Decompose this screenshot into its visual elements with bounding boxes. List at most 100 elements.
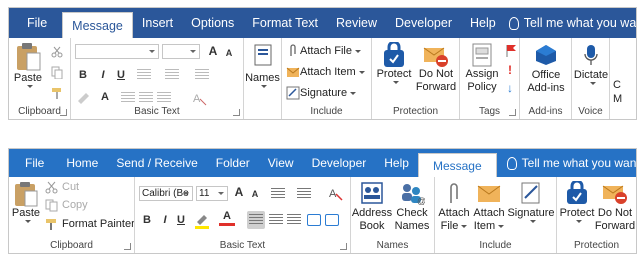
cut-button[interactable]: Cut bbox=[45, 181, 79, 194]
font-color-button[interactable]: A bbox=[97, 89, 113, 105]
copy-label: Copy bbox=[62, 199, 88, 211]
high-importance-icon[interactable]: ! bbox=[508, 63, 512, 77]
tab-send-receive[interactable]: Send / Receive bbox=[107, 149, 206, 177]
dialog-launcher-icon[interactable] bbox=[60, 109, 67, 116]
font-color-button[interactable]: A bbox=[219, 210, 235, 226]
align-center-icon[interactable] bbox=[269, 214, 283, 226]
tab-developer[interactable]: Developer bbox=[303, 149, 376, 177]
scissors-icon bbox=[45, 181, 58, 194]
highlight-icon[interactable] bbox=[193, 212, 213, 230]
font-name-box[interactable]: Calibri (Bo bbox=[139, 186, 193, 201]
tab-bar: File Message Insert Options Format Text … bbox=[9, 8, 636, 38]
tab-help[interactable]: Help bbox=[375, 149, 418, 177]
office-addins-button[interactable]: Office Add-ins bbox=[522, 44, 570, 95]
shrink-font-button[interactable]: A bbox=[221, 45, 237, 61]
tab-help[interactable]: Help bbox=[461, 8, 505, 38]
align-center-icon[interactable] bbox=[139, 92, 153, 104]
grow-font-button[interactable]: A bbox=[231, 184, 247, 200]
names-button[interactable]: Names bbox=[244, 44, 281, 88]
tell-me-search[interactable]: Tell me what you want to do bbox=[497, 149, 636, 177]
tab-file[interactable]: File bbox=[9, 8, 62, 38]
bullets-icon[interactable] bbox=[271, 188, 285, 200]
no-forward-icon bbox=[423, 47, 448, 67]
indent-icon[interactable] bbox=[195, 69, 209, 81]
highlight-icon[interactable] bbox=[75, 91, 93, 105]
attach-item-button[interactable]: Attach Item bbox=[471, 181, 507, 233]
tab-insert[interactable]: Insert bbox=[133, 8, 182, 38]
protect-label: Protect bbox=[376, 68, 412, 80]
increase-indent-icon[interactable] bbox=[325, 214, 339, 226]
align-left-icon[interactable] bbox=[121, 92, 135, 104]
protect-button[interactable]: Protect bbox=[374, 42, 414, 84]
tab-home[interactable]: Home bbox=[57, 149, 107, 177]
tab-message[interactable]: Message bbox=[417, 153, 497, 177]
copy-icon[interactable] bbox=[51, 66, 63, 79]
dialog-launcher-icon[interactable] bbox=[340, 243, 347, 250]
italic-button[interactable]: I bbox=[157, 212, 173, 228]
protect-button[interactable]: Protect bbox=[559, 181, 595, 223]
do-not-forward-button[interactable]: Do Not Forward bbox=[595, 181, 635, 233]
signature-button[interactable]: Signature bbox=[507, 181, 555, 223]
format-painter-button[interactable]: Format Painter bbox=[45, 218, 134, 231]
address-book-icon bbox=[254, 44, 271, 66]
dialog-launcher-icon[interactable] bbox=[509, 109, 516, 116]
bold-button[interactable]: B bbox=[139, 212, 155, 228]
group-basic-text: A A B I U A A Basic Text bbox=[71, 38, 244, 119]
paperclip-icon bbox=[450, 183, 458, 203]
align-right-icon[interactable] bbox=[287, 214, 301, 226]
copy-button[interactable]: Copy bbox=[45, 199, 88, 212]
lightbulb-icon bbox=[508, 16, 519, 30]
font-size-box[interactable]: 11 bbox=[196, 186, 228, 201]
group-voice: Dictate Voice bbox=[572, 38, 610, 119]
signature-icon bbox=[521, 182, 540, 204]
font-size-box[interactable] bbox=[162, 44, 200, 59]
address-book-button[interactable]: Address Book bbox=[352, 181, 392, 233]
tab-file[interactable]: File bbox=[9, 149, 57, 177]
attach-file-button[interactable]: Attach File bbox=[286, 44, 361, 58]
tab-options[interactable]: Options bbox=[182, 8, 243, 38]
font-name-box[interactable] bbox=[75, 44, 159, 59]
attach-item-button[interactable]: Attach Item bbox=[286, 65, 365, 79]
paste-button[interactable]: Paste bbox=[13, 42, 43, 88]
grow-font-button[interactable]: A bbox=[205, 43, 221, 59]
tab-folder[interactable]: Folder bbox=[207, 149, 259, 177]
clear-formatting-icon[interactable]: A bbox=[327, 185, 343, 201]
align-right-icon[interactable] bbox=[157, 92, 171, 104]
clear-formatting-icon[interactable]: A bbox=[191, 90, 207, 106]
group-basic-text: Calibri (Bo 11 A A A B I U A Basic Text bbox=[135, 177, 351, 253]
low-importance-icon[interactable]: ↓ bbox=[507, 81, 513, 95]
tab-developer[interactable]: Developer bbox=[386, 8, 461, 38]
bold-button[interactable]: B bbox=[75, 67, 91, 83]
do-not-forward-button[interactable]: Do Not Forward bbox=[414, 42, 458, 94]
signature-button[interactable]: Signature bbox=[286, 86, 357, 100]
paste-button[interactable]: Paste bbox=[11, 181, 41, 223]
tab-bar: File Home Send / Receive Folder View Dev… bbox=[9, 149, 636, 177]
shrink-font-button[interactable]: A bbox=[247, 186, 263, 202]
italic-button[interactable]: I bbox=[95, 67, 111, 83]
numbering-icon[interactable] bbox=[165, 69, 179, 81]
flag-icon[interactable] bbox=[504, 44, 518, 58]
dialog-launcher-icon[interactable] bbox=[124, 243, 131, 250]
tab-review[interactable]: Review bbox=[327, 8, 386, 38]
attach-file-button[interactable]: Attach File bbox=[437, 181, 471, 233]
decrease-indent-icon[interactable] bbox=[307, 214, 321, 226]
cut-off-label-1: C bbox=[613, 79, 621, 91]
dialog-launcher-icon[interactable] bbox=[233, 109, 240, 116]
dictate-button[interactable]: Dictate bbox=[572, 44, 609, 85]
scissors-icon[interactable] bbox=[51, 46, 63, 58]
names-label: Names bbox=[245, 72, 280, 84]
tab-view[interactable]: View bbox=[259, 149, 303, 177]
tell-me-search[interactable]: Tell me what you want to do bbox=[505, 8, 636, 38]
tab-message[interactable]: Message bbox=[62, 12, 133, 38]
underline-button[interactable]: U bbox=[173, 212, 189, 228]
tab-format-text[interactable]: Format Text bbox=[243, 8, 327, 38]
clipboard-icon bbox=[17, 43, 41, 71]
format-painter-icon[interactable] bbox=[51, 87, 64, 99]
bullets-icon[interactable] bbox=[137, 69, 151, 81]
numbering-icon[interactable] bbox=[297, 188, 311, 200]
group-include: Attach File Attach Item Signature Includ… bbox=[282, 38, 372, 119]
check-names-button[interactable]: @ Check Names bbox=[393, 181, 431, 233]
underline-button[interactable]: U bbox=[113, 67, 129, 83]
assign-policy-button[interactable]: Assign Policy bbox=[462, 42, 502, 94]
svg-text:@: @ bbox=[417, 196, 425, 205]
